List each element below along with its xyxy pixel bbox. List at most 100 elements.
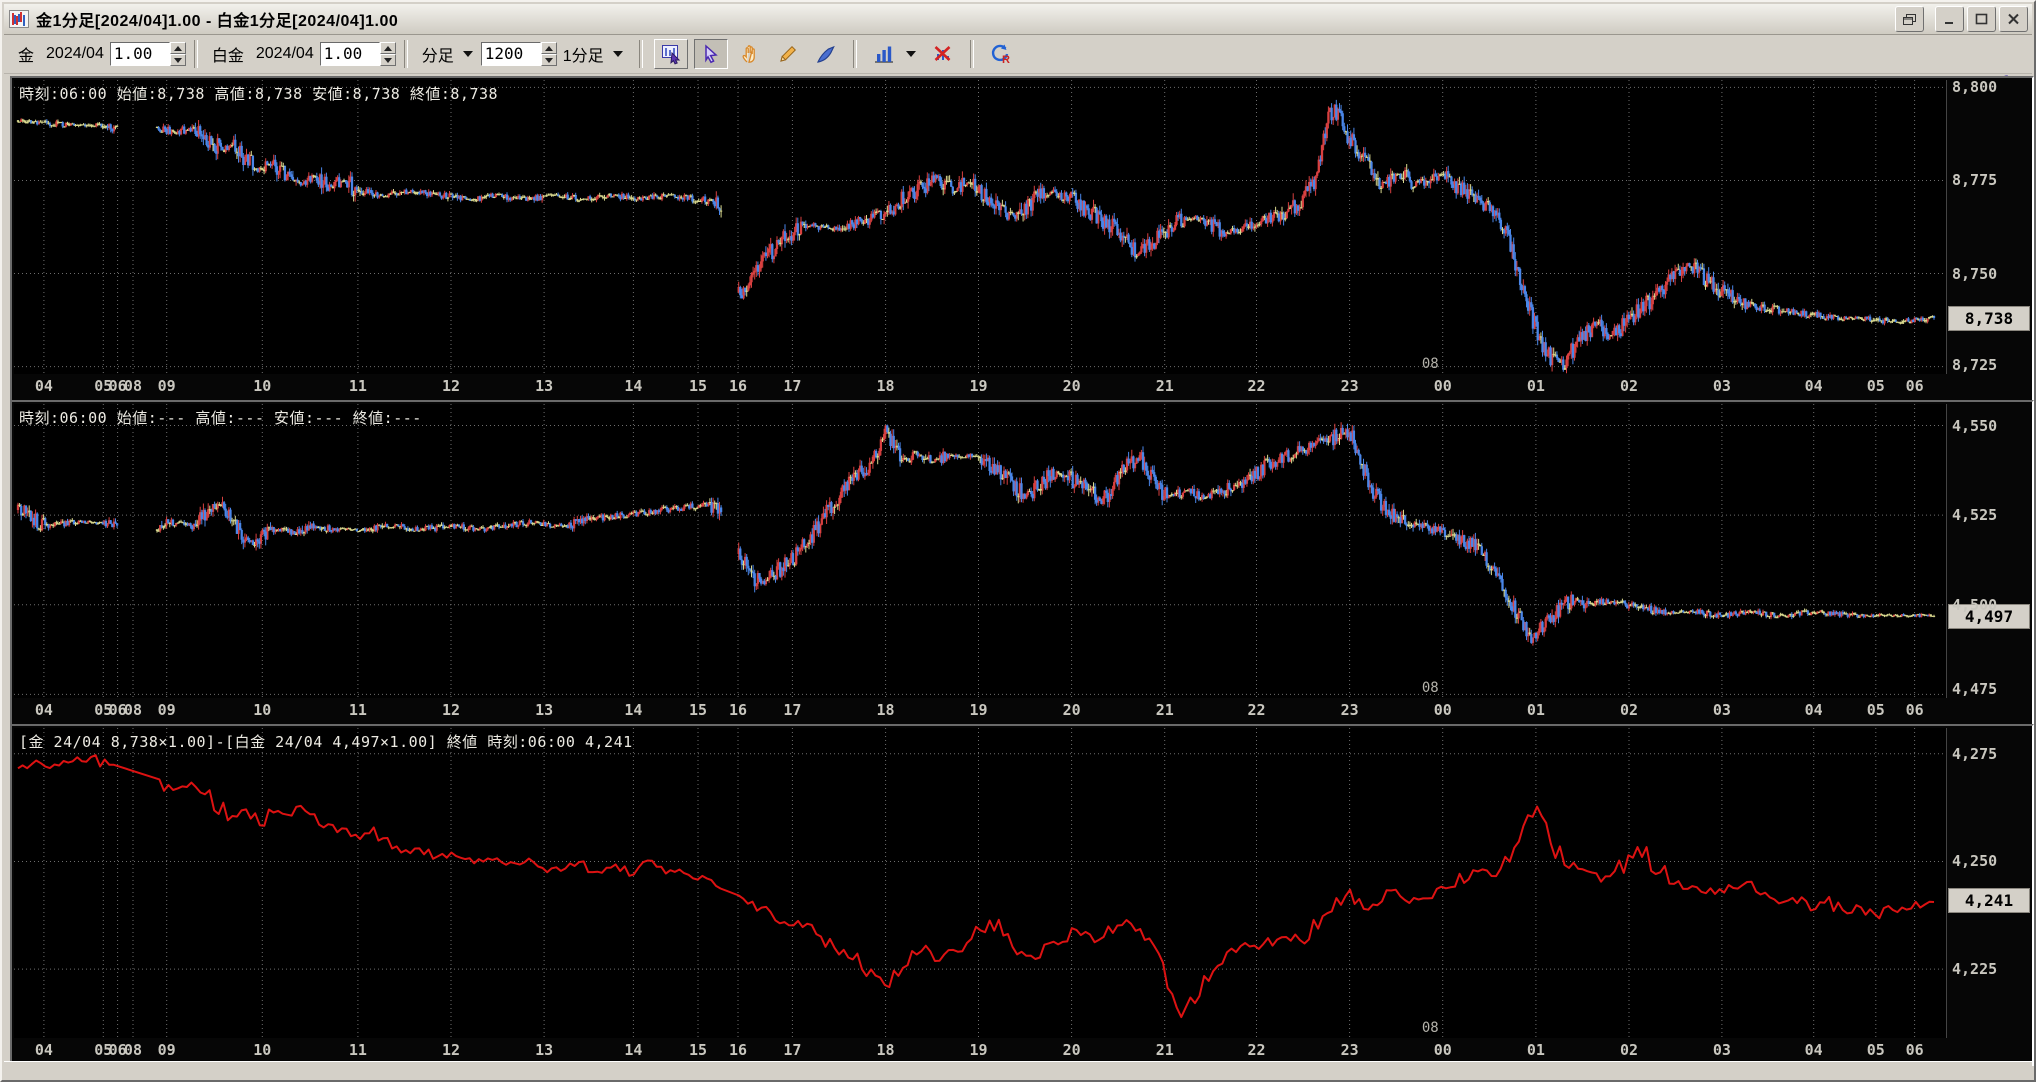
- bar-count-up-button[interactable]: [540, 42, 557, 54]
- gold-x-axis: 04 05 06 08 09 10 11 12 13 14 15 16 17 18 19 20 21 22 23 00…: [14, 376, 1946, 398]
- x-axis-hour-label: 21: [1155, 701, 1174, 719]
- pencil-icon: [779, 45, 796, 62]
- window-title: 金1分足[2024/04]1.00 - 白金1分足[2024/04]1.00: [36, 13, 399, 30]
- x-axis-hour-label: 01: [1526, 1041, 1545, 1059]
- platinum-multiplier-input[interactable]: 1.00: [319, 42, 380, 66]
- platinum-plot-area[interactable]: 時刻:06:00 始値:--- 高値:--- 安値:--- 終値:--- 08: [14, 404, 1947, 698]
- platinum-multiplier-up-button[interactable]: [379, 42, 396, 54]
- reload-icon: R: [991, 44, 1010, 65]
- chart-cursor-tool-button[interactable]: [653, 39, 688, 69]
- y-axis-price-label: 8,725: [1952, 356, 1998, 374]
- brush-draw-tool-button[interactable]: [810, 40, 842, 68]
- x-axis-hour-label: 21: [1155, 1041, 1174, 1059]
- app-window: 金1分足[2024/04]1.00 - 白金1分足[2024/04]1.00 金…: [0, 0, 2036, 1082]
- chevron-down-icon[interactable]: [612, 51, 623, 57]
- maximize-button[interactable]: [1967, 6, 1996, 32]
- x-axis-hour-label: 04: [34, 1041, 53, 1059]
- x-axis-hour-label: 22: [1247, 377, 1266, 395]
- x-axis-hour-label: 05: [1866, 701, 1885, 719]
- platinum-multiplier-down-button[interactable]: [379, 54, 396, 66]
- x-axis-hour-label: 04: [1804, 377, 1823, 395]
- x-axis-hour-label: 13: [535, 377, 554, 395]
- x-axis-hour-label: 14: [624, 701, 643, 719]
- chart-cursor-icon: [661, 45, 680, 65]
- close-button[interactable]: [1999, 6, 2028, 32]
- x-axis-hour-label: 05: [1866, 377, 1885, 395]
- x-axis-hour-label: 12: [441, 1041, 461, 1059]
- gold-plot-area[interactable]: 時刻:06:00 始値:8,738 高値:8,738 安値:8,738 終値:8…: [14, 80, 1947, 374]
- gold-multiplier-up-button[interactable]: [169, 42, 186, 54]
- gold-multiplier-down-button[interactable]: [169, 54, 186, 66]
- restore-windows-button[interactable]: [1895, 6, 1924, 32]
- spread-line-chart: [14, 728, 1946, 1038]
- platinum-chart-panel: 時刻:06:00 始値:--- 高値:--- 安値:--- 終値:--- 08 …: [10, 400, 2034, 726]
- spread-plot-area[interactable]: [金 24/04 8,738×1.00]-[白金 24/04 4,497×1.0…: [14, 728, 1947, 1038]
- select-cursor-tool-button[interactable]: [693, 39, 728, 69]
- x-axis-hour-label: 12: [441, 701, 461, 719]
- platinum-multiplier-field[interactable]: 1.00: [319, 42, 396, 66]
- delete-indicator-button[interactable]: [927, 40, 959, 68]
- minimize-icon: [1945, 22, 1953, 24]
- y-axis-price-label: 8,800: [1952, 78, 1998, 97]
- brush-icon: [816, 45, 835, 63]
- pencil-draw-tool-button[interactable]: [772, 40, 804, 68]
- gold-candlestick-chart: [14, 80, 1946, 374]
- delete-x-icon: [934, 46, 951, 61]
- x-axis-hour-label: 15: [688, 1041, 708, 1059]
- close-icon: [2008, 13, 2019, 25]
- x-axis-hour-label: 18: [876, 377, 895, 395]
- y-axis-price-label: 4,250: [1952, 852, 1998, 871]
- spread-legend: [金 24/04 8,738×1.00]-[白金 24/04 4,497×1.0…: [19, 733, 633, 751]
- gold-multiplier-input[interactable]: 1.00: [109, 42, 170, 66]
- y-axis-price-label: 4,225: [1952, 960, 1998, 979]
- x-axis-hour-label: 13: [535, 701, 554, 719]
- x-axis-hour-label: 23: [1340, 377, 1359, 395]
- period-dropdown[interactable]: 1分足: [563, 42, 604, 66]
- bar-count-down-button[interactable]: [540, 54, 557, 66]
- chevron-down-icon[interactable]: [462, 51, 473, 57]
- y-axis-price-label: 8,775: [1952, 171, 1998, 190]
- spread-y-axis: 4,241 4,225 4,250 4,275: [1948, 726, 2030, 1064]
- gold-y-axis: 8,738 8,725 8,750 8,775 8,800: [1948, 78, 2030, 400]
- x-axis-hour-label: 11: [348, 701, 367, 719]
- svg-text:R: R: [1002, 54, 1010, 65]
- y-axis-price-label: 4,525: [1952, 506, 1998, 525]
- toolbar-separator: [852, 40, 857, 68]
- x-axis-hour-label: 00: [1433, 1041, 1452, 1059]
- x-axis-hour-label: 16: [729, 701, 748, 719]
- x-axis-hour-label: 01: [1526, 377, 1545, 395]
- x-axis-hour-label: 14: [624, 1041, 643, 1059]
- interval-type-dropdown[interactable]: 分足: [422, 42, 454, 66]
- x-axis-hour-label: 06: [1905, 701, 1924, 719]
- y-axis-price-label: 8,750: [1952, 264, 1998, 283]
- x-axis-hour-label: 16: [729, 377, 748, 395]
- title-bar: 金1分足[2024/04]1.00 - 白金1分足[2024/04]1.00: [4, 4, 2032, 35]
- minimize-button[interactable]: [1935, 6, 1964, 32]
- bar-count-input[interactable]: 1200: [480, 42, 541, 66]
- x-axis-hour-label: 01: [1526, 701, 1545, 719]
- x-axis-hour-label: 04: [1804, 1041, 1823, 1059]
- hand-pan-tool-button[interactable]: [734, 40, 766, 68]
- reload-chart-button[interactable]: R: [985, 40, 1017, 68]
- x-axis-hour-label: 18: [876, 701, 895, 719]
- x-axis-hour-label: 10: [253, 701, 272, 719]
- gold-multiplier-field[interactable]: 1.00: [109, 42, 186, 66]
- maximize-icon: [1975, 13, 1988, 25]
- x-axis-hour-label: 03: [1712, 1041, 1731, 1059]
- bar-chart-type-button[interactable]: [868, 40, 900, 68]
- toolbar-separator: [969, 40, 974, 68]
- bar-count-field[interactable]: 1200: [480, 42, 557, 66]
- y-axis-price-label: 4,500: [1952, 595, 1998, 614]
- chevron-down-icon[interactable]: [905, 51, 916, 57]
- spread-last-price-badge: 4,241: [1948, 888, 2030, 914]
- platinum-x-axis: 04 05 06 08 09 10 11 12 13 14 15 16 17 18 19 20 21 22 23 00…: [14, 700, 1946, 722]
- gold-chart-panel: 時刻:06:00 始値:8,738 高値:8,738 安値:8,738 終値:8…: [10, 76, 2034, 402]
- toolbar-separator: [638, 40, 643, 68]
- x-axis-hour-label: 19: [969, 1041, 988, 1059]
- gold-last-price-badge: 8,738: [1948, 306, 2030, 332]
- x-axis-hour-label: 16: [729, 1041, 748, 1059]
- x-axis-hour-label: 17: [783, 377, 802, 395]
- x-axis-hour-label: 06: [1905, 377, 1924, 395]
- y-axis-price-label: 4,550: [1952, 416, 1998, 435]
- x-axis-hour-label: 22: [1247, 1041, 1266, 1059]
